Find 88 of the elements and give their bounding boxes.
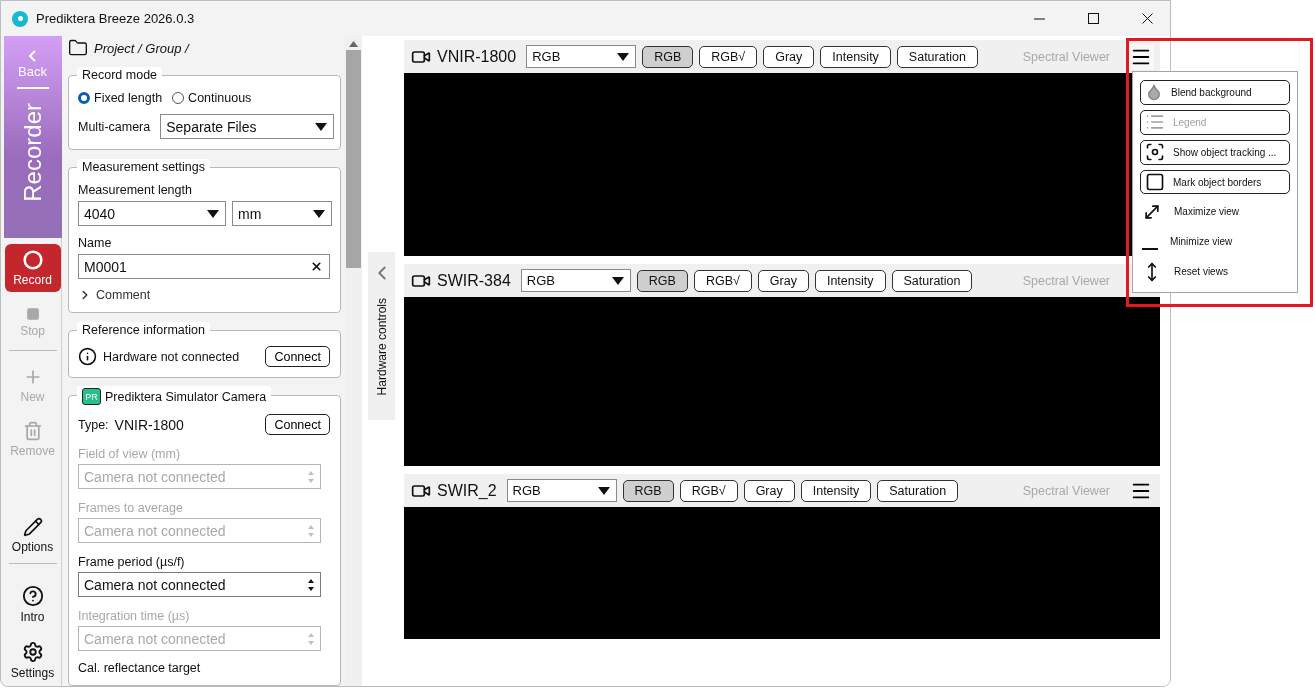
- menu-toggle[interactable]: Show object tracking ...: [1140, 139, 1290, 165]
- mode-select[interactable]: RGB: [526, 45, 637, 68]
- section-title: Recorder: [18, 103, 47, 202]
- stop-icon: [25, 306, 40, 321]
- spin-field[interactable]: Camera not connected: [78, 572, 321, 597]
- type-label: Type:: [78, 417, 109, 432]
- mode-button[interactable]: Gray: [763, 45, 815, 68]
- hardware-controls-tab[interactable]: Hardware controls: [368, 252, 395, 420]
- info-icon: [78, 347, 97, 366]
- spectral-viewer-label: Spectral Viewer: [1022, 483, 1110, 498]
- settings-button[interactable]: Settings: [6, 638, 59, 682]
- camera-name: VNIR-1800: [437, 47, 517, 66]
- caret-icon: [611, 276, 624, 285]
- clear-icon: [310, 260, 323, 273]
- menu-item[interactable]: Minimize view: [1140, 229, 1290, 255]
- mode-button[interactable]: RGB√: [693, 269, 752, 292]
- caret-icon: [315, 122, 328, 131]
- options-button[interactable]: Options: [6, 513, 59, 557]
- field-label: Multi-camera: [78, 119, 151, 134]
- camera-name: SWIR-384: [437, 271, 511, 290]
- mode-button[interactable]: Intensity: [820, 45, 891, 68]
- menu-button[interactable]: [1128, 43, 1154, 70]
- type-value: VNIR-1800: [114, 416, 184, 433]
- mode-button[interactable]: Saturation: [896, 45, 978, 68]
- mode-button[interactable]: RGB: [636, 269, 688, 292]
- radio-option[interactable]: Fixed length: [78, 91, 163, 105]
- multi-camera-select[interactable]: Separate Files: [160, 114, 335, 139]
- breadcrumb: Project / Group /: [94, 40, 189, 56]
- close-icon: [1141, 13, 1153, 24]
- mode-button[interactable]: RGB: [622, 479, 674, 502]
- connect-button[interactable]: Connect: [265, 346, 330, 367]
- field-label: Cal. reflectance target: [78, 661, 201, 675]
- mode-button[interactable]: Intensity: [800, 479, 872, 502]
- pencil-icon: [22, 516, 43, 537]
- spectral-viewer-label: Spectral Viewer: [1022, 49, 1110, 64]
- field-label: Name: [78, 236, 112, 250]
- window-title: Prediktera Breeze 2026.0.3: [36, 11, 196, 26]
- minus-icon: [1142, 247, 1158, 250]
- help-icon: [21, 584, 44, 607]
- trash-icon: [22, 420, 43, 441]
- menu-toggle[interactable]: Mark object borders: [1140, 169, 1290, 195]
- connect-button[interactable]: Connect: [265, 414, 330, 435]
- status-text: Hardware not connected: [103, 349, 240, 364]
- caret-icon: [313, 209, 325, 218]
- mode-button[interactable]: Saturation: [891, 269, 973, 292]
- maximize-icon: [1087, 13, 1099, 24]
- mode-button[interactable]: RGB√: [699, 45, 758, 68]
- droplet-icon: [1145, 83, 1163, 102]
- scroll-up-icon[interactable]: [349, 41, 358, 47]
- chevron-icon: [29, 50, 36, 62]
- record-icon: [22, 249, 43, 270]
- comment-toggle[interactable]: Comment: [78, 288, 330, 302]
- caret-icon: [617, 52, 630, 61]
- camera-badge: PR: [82, 388, 101, 405]
- length-select[interactable]: 4040: [78, 201, 226, 226]
- camera-name: SWIR_2: [437, 481, 497, 500]
- field-label: Measurement length: [78, 183, 193, 197]
- mode-button[interactable]: Gray: [743, 479, 795, 502]
- mode-select[interactable]: RGB: [520, 269, 631, 292]
- app-logo-icon: [12, 10, 28, 27]
- unit-select[interactable]: mm: [232, 201, 332, 226]
- menu-item[interactable]: Reset views: [1140, 259, 1290, 284]
- settings-icon: [21, 640, 44, 663]
- mode-button[interactable]: Intensity: [814, 269, 886, 292]
- folder-icon: [68, 38, 88, 58]
- focus-icon: [1145, 142, 1165, 163]
- caret-icon: [597, 486, 610, 495]
- field-label: Field of view (mm): [78, 447, 181, 461]
- menu-toggle[interactable]: Blend background: [1140, 80, 1290, 105]
- mode-button[interactable]: Gray: [757, 269, 809, 292]
- mode-button[interactable]: Saturation: [877, 479, 959, 502]
- record-button[interactable]: Record: [4, 244, 61, 292]
- square-icon: [1145, 172, 1165, 192]
- minimize-icon: [1033, 17, 1045, 20]
- field-label: Frame period (µs/f): [78, 555, 185, 569]
- radio-option[interactable]: Continuous: [172, 91, 252, 105]
- mode-button[interactable]: RGB: [642, 45, 694, 68]
- mode-select[interactable]: RGB: [506, 479, 617, 502]
- caret-icon: [207, 209, 219, 218]
- field-label: Integration time (µs): [78, 609, 190, 623]
- field-label: Frames to average: [78, 501, 183, 515]
- intro-button[interactable]: Intro: [6, 582, 59, 626]
- card-title: Prediktera Simulator Camera: [105, 389, 267, 404]
- name-field[interactable]: M0001: [78, 254, 330, 279]
- menu-item[interactable]: Maximize view: [1140, 199, 1290, 225]
- mode-button[interactable]: RGB√: [679, 479, 738, 502]
- spectral-viewer-label: Spectral Viewer: [1022, 273, 1110, 288]
- card-title: Measurement settings: [77, 159, 210, 175]
